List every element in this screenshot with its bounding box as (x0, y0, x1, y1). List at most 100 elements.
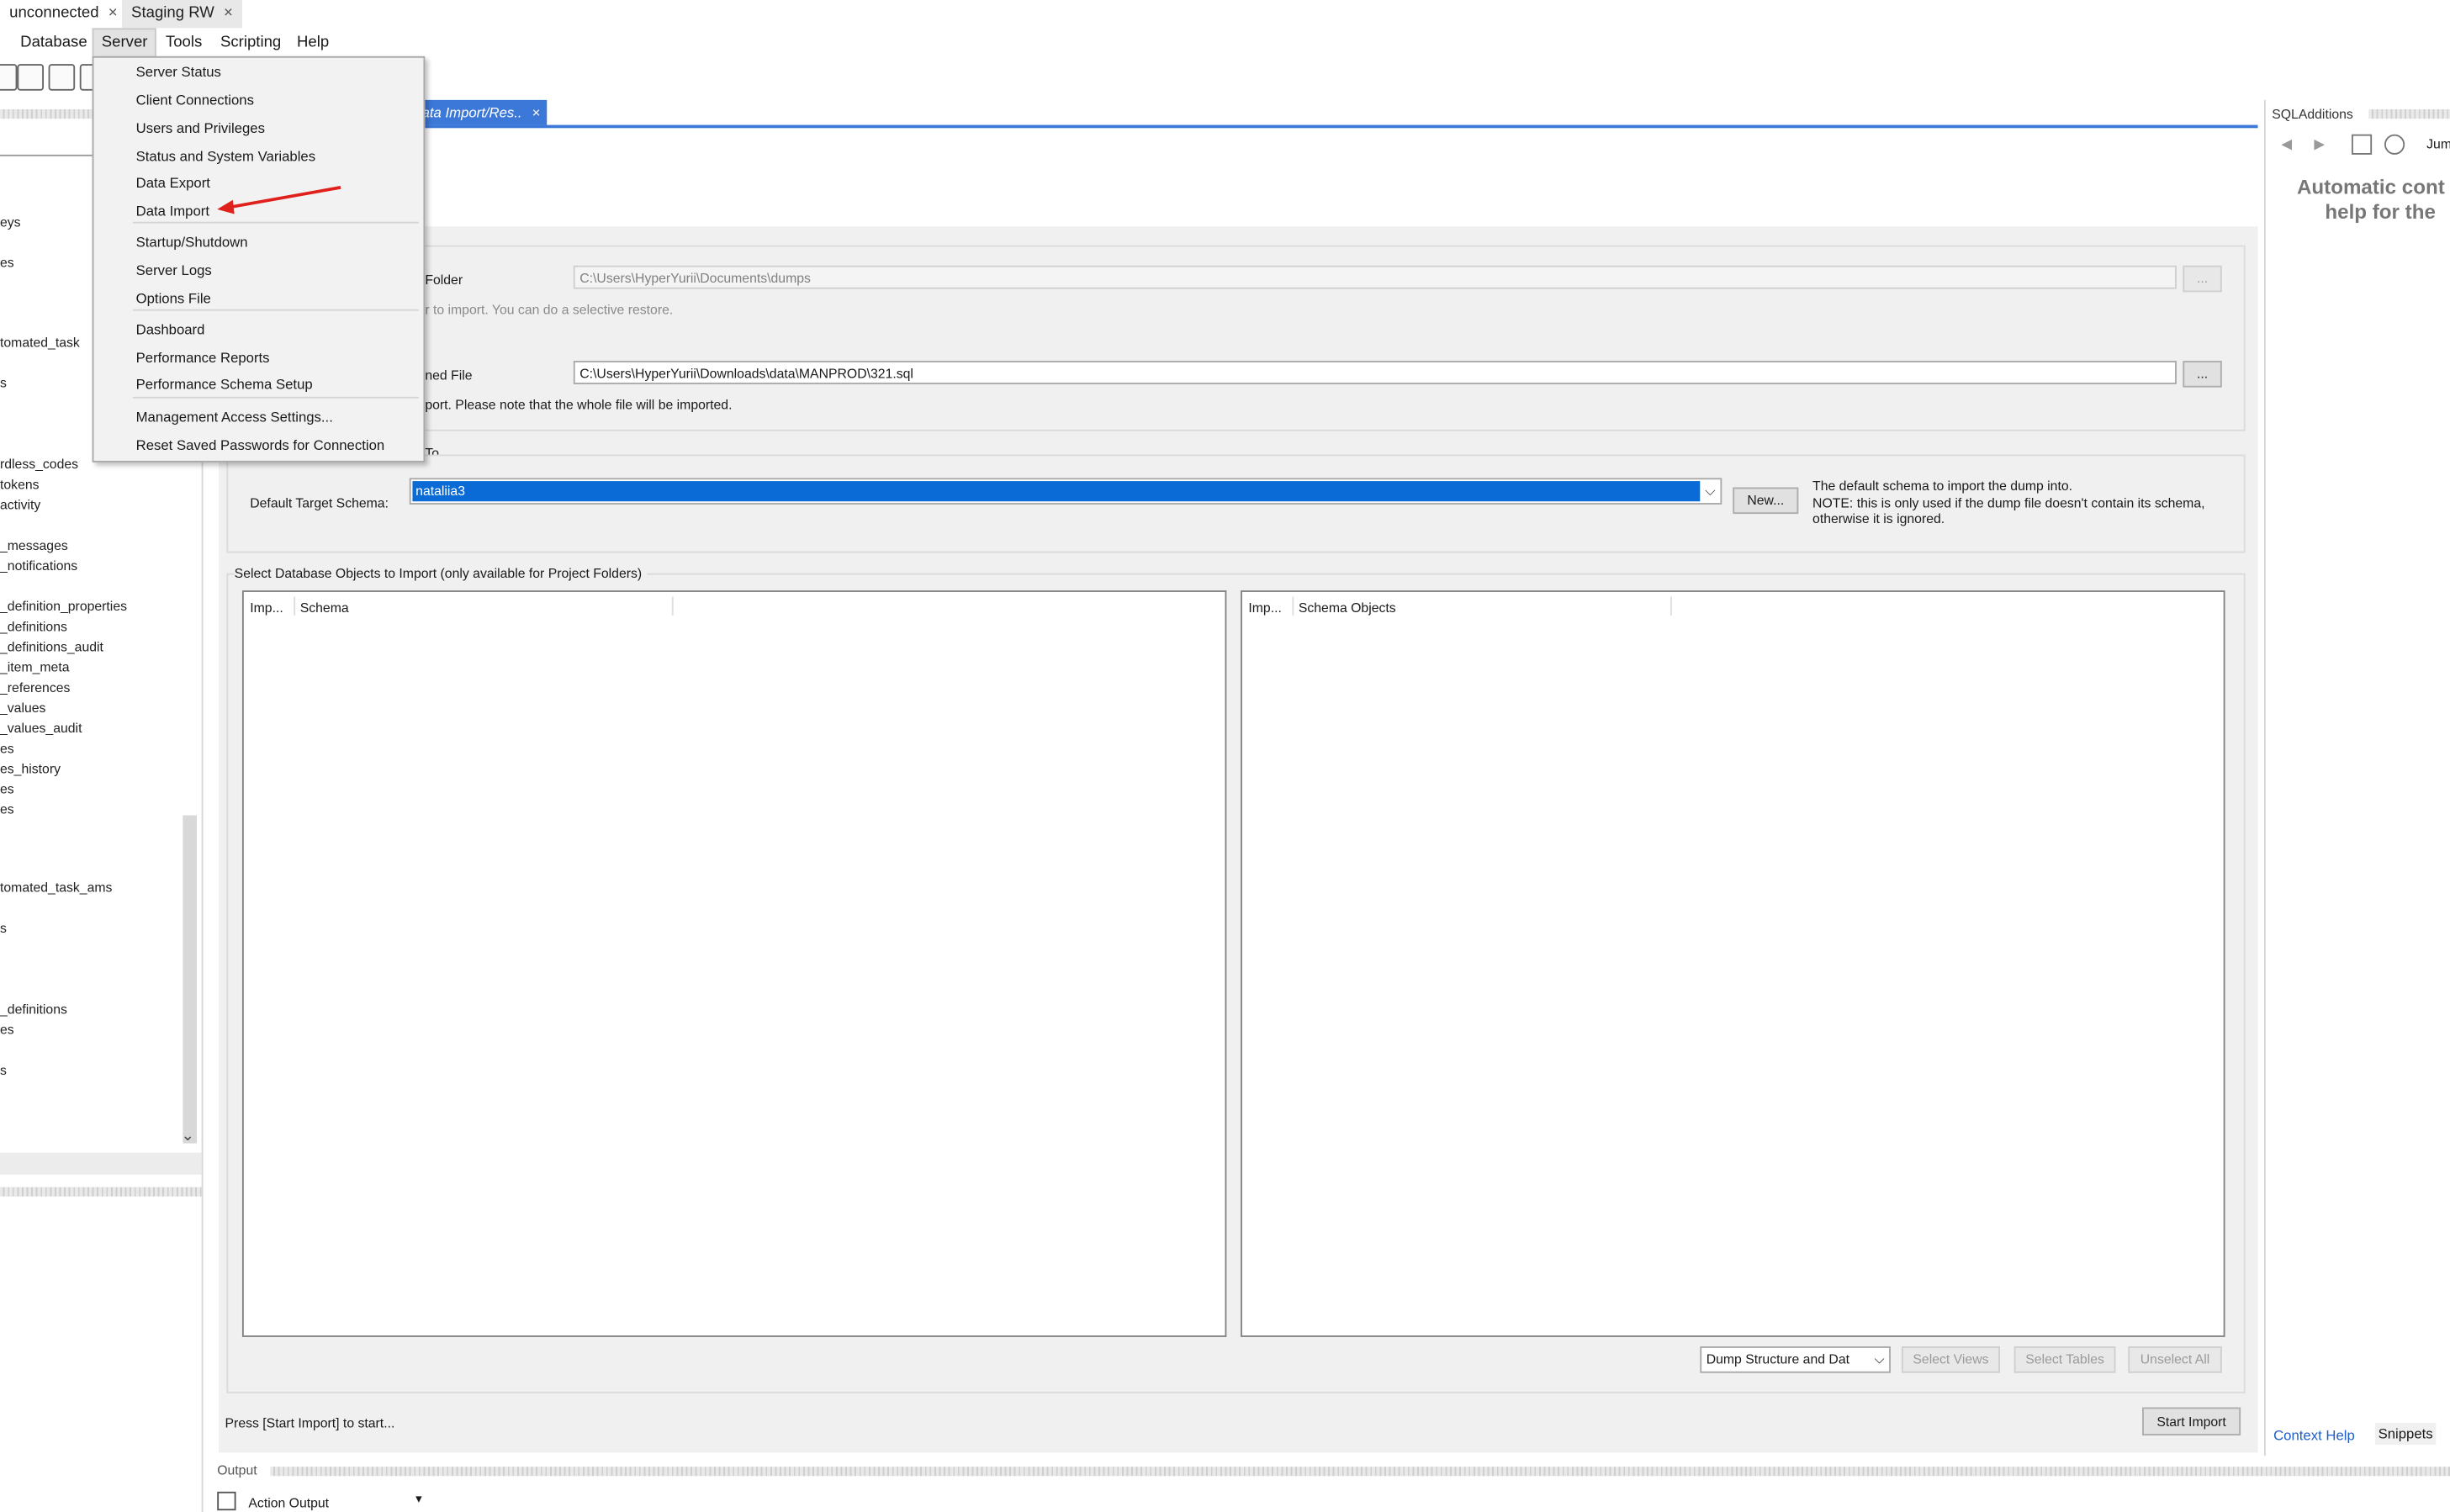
close-icon[interactable]: × (532, 104, 541, 120)
back-arrow-icon[interactable]: ◀ (2281, 136, 2292, 153)
sidebar-table-item[interactable]: _definitions (0, 619, 67, 635)
close-icon[interactable]: × (224, 5, 233, 22)
sidebar-table-item[interactable]: s (0, 1062, 7, 1078)
browse-file-button[interactable]: ... (2183, 361, 2222, 388)
sidebar-table-item[interactable]: activity (0, 497, 40, 513)
select-tables-button[interactable]: Select Tables (2013, 1346, 2116, 1373)
sidebar-table-item[interactable]: tokens (0, 477, 40, 493)
menu-item-data-export[interactable]: Data Export (136, 175, 210, 191)
column-header-schema-objects[interactable]: Schema Objects (1299, 600, 1396, 616)
menu-tools[interactable]: Tools (158, 28, 210, 57)
column-header-import[interactable]: Imp... (250, 600, 283, 616)
menu-database[interactable]: Database (13, 28, 95, 57)
close-icon[interactable]: × (108, 5, 118, 22)
jump-to-label[interactable]: Jum (2426, 136, 2450, 152)
chevron-down-icon[interactable]: ⌵ (1875, 1348, 1885, 1372)
copy-icon[interactable] (217, 1491, 236, 1511)
open-sql-icon[interactable] (17, 64, 45, 91)
tab-data-import[interactable]: ata Import/Res.. × (415, 99, 547, 125)
menu-item-options-file[interactable]: Options File (136, 290, 211, 306)
sidebar-table-item[interactable]: _values_audit (0, 720, 82, 736)
action-output-select[interactable]: Action Output (248, 1495, 329, 1511)
auto-help-icon[interactable] (2384, 134, 2405, 155)
schema-list[interactable]: Imp... Schema (241, 590, 1227, 1337)
column-separator (1292, 596, 1294, 616)
arrow-shaft (226, 186, 341, 209)
self-contained-file-input[interactable]: C:\Users\HyperYurii\Downloads\data\MANPR… (573, 361, 2177, 384)
sql-file-icon[interactable] (0, 64, 18, 91)
sidebar-table-item[interactable]: _definitions (0, 1002, 67, 1018)
panel-grip (2368, 109, 2450, 119)
unselect-all-button[interactable]: Unselect All (2128, 1346, 2222, 1373)
chevron-down-icon[interactable]: ▾ (415, 1492, 421, 1506)
self-contained-hint: port. Please note that the whole file wi… (425, 396, 733, 413)
sidebar-table-item[interactable]: es_history (0, 761, 61, 777)
sidebar-table-item[interactable]: es (0, 255, 14, 271)
chevron-down-icon[interactable]: ⌄ (182, 1128, 195, 1145)
menu-item-reset-saved-passwords-for-connection[interactable]: Reset Saved Passwords for Connection (136, 437, 385, 453)
select-views-button[interactable]: Select Views (1901, 1346, 2000, 1373)
sidebar-table-item[interactable]: rdless_codes (0, 456, 78, 472)
menu-help[interactable]: Help (289, 28, 337, 57)
column-header-schema[interactable]: Schema (300, 600, 349, 616)
sidebar-table-item[interactable]: _definition_properties (0, 598, 127, 614)
help-toggle-icon[interactable] (2351, 134, 2373, 155)
connection-tab-label: unconnected (9, 4, 99, 23)
sidebar-table-item[interactable]: es (0, 740, 14, 756)
target-note-line1: The default schema to import the dump in… (1812, 478, 2073, 494)
menu-item-server-status[interactable]: Server Status (136, 64, 221, 80)
menu-item-performance-schema-setup[interactable]: Performance Schema Setup (136, 377, 313, 393)
tab-context-help[interactable]: Context Help (2273, 1428, 2355, 1444)
browse-folder-button[interactable]: ... (2183, 265, 2222, 293)
sidebar-table-item[interactable]: es (0, 781, 14, 797)
menu-item-startup-shutdown[interactable]: Startup/Shutdown (136, 235, 248, 251)
tab-snippets[interactable]: Snippets (2374, 1423, 2437, 1446)
sidebar-table-item[interactable]: tomated_task_ams (0, 880, 112, 896)
menu-item-users-and-privileges[interactable]: Users and Privileges (136, 120, 265, 136)
sidebar-status-strip (0, 1152, 202, 1175)
connection-tab-bar (0, 0, 2450, 30)
sidebar-table-item[interactable]: _values (0, 700, 45, 716)
menu-item-data-import[interactable]: Data Import (136, 203, 209, 219)
sql-additions-title: SQLAdditions (2272, 106, 2353, 122)
sidebar-table-item[interactable]: eys (0, 214, 21, 230)
sidebar-table-item[interactable]: _item_meta (0, 659, 70, 675)
schema-icon[interactable] (48, 64, 76, 91)
menu-item-client-connections[interactable]: Client Connections (136, 93, 254, 108)
sidebar-table-item[interactable]: s (0, 375, 7, 391)
sidebar-table-item[interactable]: _messages (0, 537, 68, 553)
sidebar-table-item[interactable]: es (0, 1022, 14, 1038)
column-separator (294, 596, 296, 616)
help-heading-line2: help for the (2325, 199, 2436, 224)
project-folder-hint: r to import. You can do a selective rest… (425, 301, 674, 318)
menu-item-management-access-settings[interactable]: Management Access Settings... (136, 410, 333, 426)
menu-item-dashboard[interactable]: Dashboard (136, 322, 205, 338)
menu-item-status-and-system-variables[interactable]: Status and System Variables (136, 148, 315, 164)
self-contained-file-label: ned File (425, 367, 473, 383)
chevron-down-icon[interactable]: ⌵ (1705, 479, 1716, 503)
objects-section-title: Select Database Objects to Import (only … (234, 565, 647, 581)
menu-server[interactable]: Server (92, 28, 157, 58)
sql-additions-panel: SQLAdditions ◀ ▶ Jum Automatic cont help… (2263, 99, 2450, 1456)
menu-scripting[interactable]: Scripting (213, 28, 289, 57)
sidebar-table-item[interactable]: es (0, 801, 14, 817)
forward-arrow-icon[interactable]: ▶ (2314, 136, 2325, 153)
sidebar-table-item[interactable]: _notifications (0, 558, 77, 574)
project-folder-input[interactable]: C:\Users\HyperYurii\Documents\dumps (573, 265, 2177, 289)
column-header-import[interactable]: Imp... (1248, 600, 1282, 616)
dump-mode-select[interactable]: Dump Structure and Dat ⌵ (1700, 1346, 1891, 1373)
connection-tab-unconnected[interactable]: unconnected × (0, 0, 127, 28)
sidebar-table-item[interactable]: _definitions_audit (0, 639, 103, 655)
sidebar-table-item[interactable]: tomated_task (0, 334, 80, 350)
sidebar-scrollbar-thumb[interactable] (183, 815, 198, 1144)
menu-item-server-logs[interactable]: Server Logs (136, 262, 212, 278)
connection-tab-staging[interactable]: Staging RW × (121, 0, 243, 29)
sidebar-table-item[interactable]: _references (0, 679, 70, 695)
schema-objects-list[interactable]: Imp... Schema Objects (1241, 590, 2225, 1337)
sidebar-table-item[interactable]: s (0, 920, 7, 936)
default-target-select[interactable]: nataliia3 ⌵ (409, 478, 1722, 505)
new-schema-button[interactable]: New... (1733, 487, 1799, 515)
output-grip (270, 1467, 2450, 1477)
menu-item-performance-reports[interactable]: Performance Reports (136, 350, 270, 366)
start-import-button[interactable]: Start Import (2142, 1407, 2241, 1435)
